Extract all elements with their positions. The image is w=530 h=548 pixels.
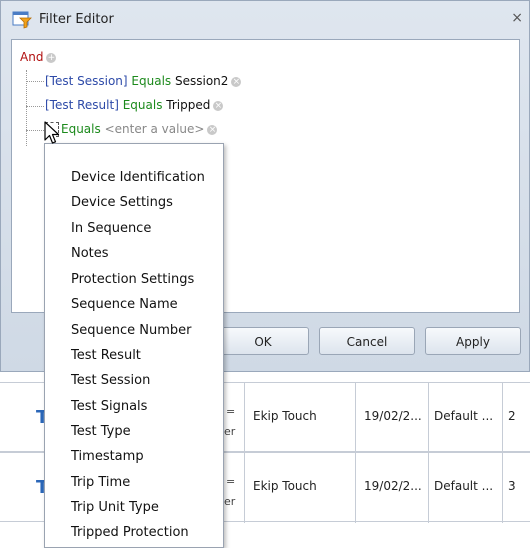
condition-operator[interactable]: Equals <box>123 98 163 112</box>
column-divider <box>502 453 503 523</box>
condition-value[interactable]: Tripped <box>166 98 210 112</box>
device-cell: Ekip Touch <box>253 479 317 493</box>
menu-item[interactable]: Trip Unit Type <box>71 500 159 515</box>
menu-item[interactable]: Sequence Name <box>71 297 178 312</box>
table-cell: = <box>226 475 236 488</box>
condition-operator[interactable]: Equals <box>131 74 171 88</box>
column-divider <box>428 453 429 523</box>
column-divider <box>244 453 245 523</box>
table-cell: = <box>226 405 236 418</box>
setting-cell: Default ... <box>434 479 494 493</box>
condition-row: [Test Result] Equals Tripped × <box>45 98 224 112</box>
menu-item[interactable]: Test Type <box>71 424 131 439</box>
column-divider <box>428 383 429 453</box>
window-title: Filter Editor <box>39 12 114 27</box>
group-operator[interactable]: And <box>20 50 43 64</box>
condition-value[interactable]: Session2 <box>175 74 228 88</box>
condition-field[interactable]: [Test Result] <box>45 98 119 112</box>
menu-item[interactable]: Notes <box>71 246 109 261</box>
menu-item[interactable]: Sequence Number <box>71 323 191 338</box>
condition-row: Equals <enter a value> × <box>45 122 218 137</box>
date-cell: 19/02/2... <box>364 479 422 493</box>
remove-condition-icon[interactable]: × <box>231 76 242 87</box>
column-divider <box>244 383 245 453</box>
title-bar: Filter Editor × <box>1 1 529 39</box>
menu-item[interactable]: Device Settings <box>71 195 173 210</box>
tree-branch <box>26 106 44 107</box>
date-cell: 19/02/2... <box>364 409 422 423</box>
menu-item[interactable]: Test Session <box>71 373 150 388</box>
condition-field[interactable]: [Test Session] <box>45 74 128 88</box>
remove-condition-icon[interactable]: × <box>213 100 224 111</box>
count-cell: 2 <box>508 409 516 423</box>
setting-cell: Default ... <box>434 409 494 423</box>
count-cell: 3 <box>508 479 516 493</box>
menu-item[interactable]: Device Identification <box>71 170 205 185</box>
cancel-button[interactable]: Cancel <box>319 327 415 355</box>
menu-item[interactable]: Timestamp <box>71 449 144 464</box>
filter-editor-icon <box>12 11 32 29</box>
close-icon[interactable]: × <box>511 10 523 26</box>
column-divider <box>502 383 503 453</box>
menu-item[interactable]: Test Result <box>71 348 141 363</box>
table-cell: er <box>224 425 236 438</box>
field-dropdown-menu: Device Identification Device Settings In… <box>44 143 224 548</box>
condition-value-placeholder[interactable]: <enter a value> <box>105 122 205 136</box>
apply-button[interactable]: Apply <box>425 327 521 355</box>
condition-row: [Test Session] Equals Session2 × <box>45 74 242 88</box>
remove-condition-icon[interactable]: × <box>207 124 218 135</box>
group-node: And + <box>20 50 57 64</box>
column-divider <box>355 453 356 523</box>
menu-item[interactable]: In Sequence <box>71 221 151 236</box>
condition-operator[interactable]: Equals <box>61 122 101 136</box>
ok-button[interactable]: OK <box>217 327 309 355</box>
mouse-pointer-icon <box>44 121 60 144</box>
add-condition-icon[interactable]: + <box>46 52 57 63</box>
tree-branch <box>26 81 44 82</box>
column-divider <box>355 383 356 453</box>
menu-item[interactable]: Protection Settings <box>71 272 194 287</box>
menu-item[interactable]: Trip Time <box>71 475 130 490</box>
menu-item[interactable]: Test Signals <box>71 399 147 414</box>
menu-item[interactable]: Tripped Protection <box>71 525 189 540</box>
table-cell: er <box>224 495 236 508</box>
device-cell: Ekip Touch <box>253 409 317 423</box>
tree-branch <box>26 130 44 131</box>
